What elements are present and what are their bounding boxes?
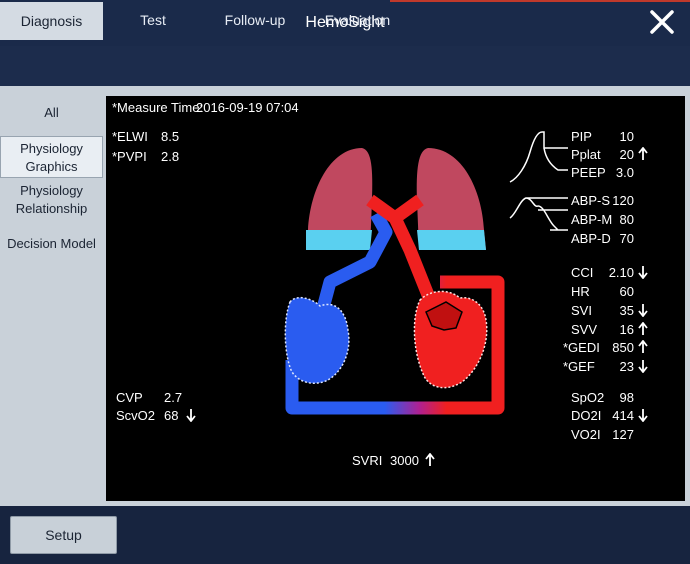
peep-value: 3.0 bbox=[615, 165, 634, 180]
pplat-trend-up-icon bbox=[638, 147, 648, 160]
gedi-label: *GEDI bbox=[563, 340, 600, 355]
scvo2-label: ScvO2 bbox=[116, 408, 156, 423]
do2i-trend-down-icon bbox=[638, 409, 648, 422]
pplat-label: Pplat bbox=[571, 147, 601, 162]
abp-s-value: 120 bbox=[612, 193, 634, 208]
pvpi-label: *PVPI bbox=[112, 149, 147, 164]
svri-label: SVRI bbox=[352, 453, 383, 468]
pvpi-value: 2.8 bbox=[161, 149, 180, 164]
right-lung-base bbox=[417, 230, 486, 250]
cci-label: CCI bbox=[571, 265, 594, 280]
measure-time-label: *Measure Time: bbox=[112, 100, 204, 115]
measure-time-value: 2016-09-19 07:04 bbox=[196, 100, 299, 115]
pip-label: PIP bbox=[571, 129, 592, 144]
abp-waveform bbox=[509, 197, 568, 231]
abp-s-label: ABP-S bbox=[571, 193, 611, 208]
gef-label: *GEF bbox=[563, 359, 595, 374]
pip-value: 10 bbox=[619, 129, 634, 144]
right-heart bbox=[284, 296, 350, 385]
gef-value: 23 bbox=[619, 359, 634, 374]
cci-trend-down-icon bbox=[638, 266, 648, 279]
svri-trend-up-icon bbox=[425, 453, 435, 466]
gef-trend-down-icon bbox=[638, 360, 648, 373]
elwi-label: *ELWI bbox=[112, 129, 148, 144]
cvp-value: 2.7 bbox=[164, 390, 183, 405]
svi-label: SVI bbox=[571, 303, 592, 318]
hr-value: 60 bbox=[619, 284, 634, 299]
gedi-value: 850 bbox=[612, 340, 634, 355]
svi-trend-down-icon bbox=[638, 304, 648, 317]
setup-button[interactable]: Setup bbox=[10, 516, 117, 554]
elwi-value: 8.5 bbox=[161, 129, 180, 144]
spo2-value: 98 bbox=[619, 390, 634, 405]
gedi-trend-up-icon bbox=[638, 340, 648, 353]
svv-label: SVV bbox=[571, 322, 598, 337]
scvo2-trend-down-icon bbox=[186, 409, 196, 422]
svi-value: 35 bbox=[619, 303, 634, 318]
peep-label: PEEP bbox=[571, 165, 606, 180]
pplat-value: 20 bbox=[619, 147, 634, 162]
heart-lung-diagram bbox=[284, 148, 505, 415]
cci-value: 2.10 bbox=[608, 265, 634, 280]
abp-d-label: ABP-D bbox=[571, 231, 611, 246]
abp-d-value: 70 bbox=[619, 231, 634, 246]
vo2i-value: 127 bbox=[612, 427, 634, 442]
svri-value: 3000 bbox=[390, 453, 419, 468]
abp-m-value: 80 bbox=[619, 212, 634, 227]
svv-value: 16 bbox=[619, 322, 634, 337]
airway-pressure-waveform bbox=[509, 131, 568, 183]
hr-label: HR bbox=[571, 284, 590, 299]
svv-trend-up-icon bbox=[638, 322, 648, 335]
cvp-label: CVP bbox=[116, 390, 143, 405]
do2i-value: 414 bbox=[612, 408, 634, 423]
scvo2-value: 68 bbox=[164, 408, 179, 423]
left-lung-base bbox=[306, 230, 372, 250]
